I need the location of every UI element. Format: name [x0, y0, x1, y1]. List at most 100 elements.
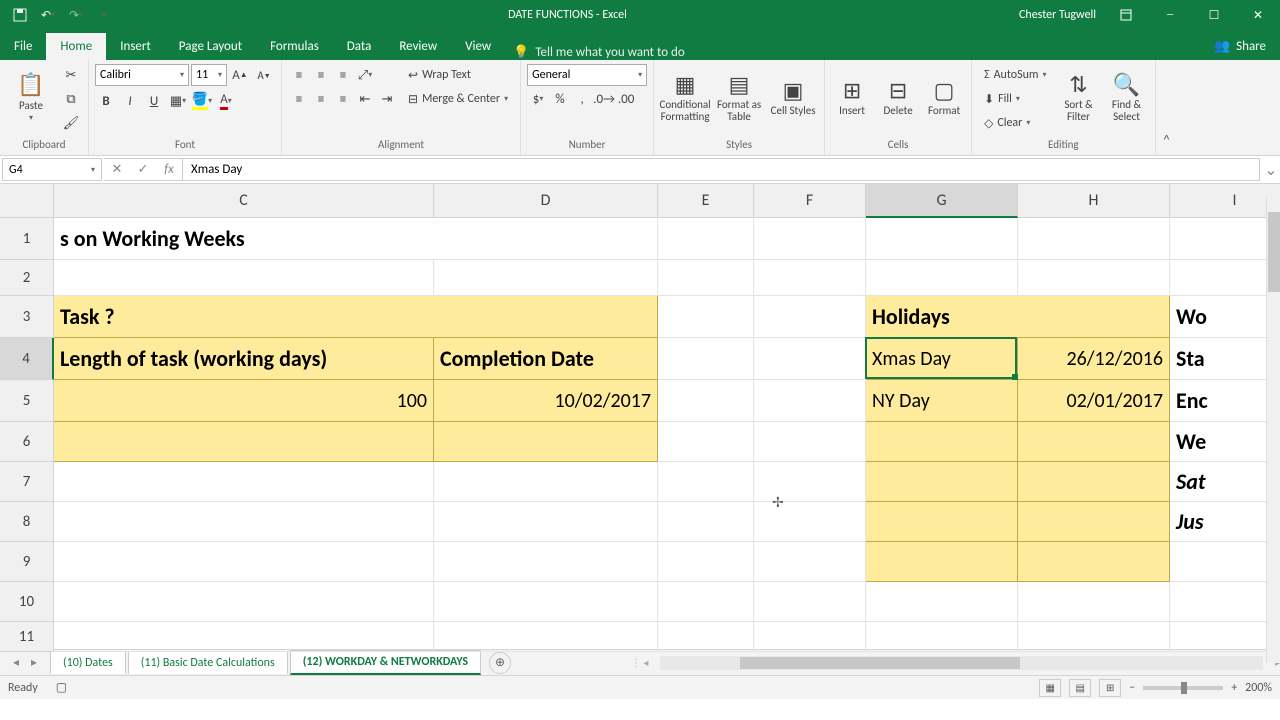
undo-button[interactable]: ↶ ▾	[36, 3, 60, 27]
hscroll-thumb[interactable]	[740, 657, 1020, 669]
wrap-text-button[interactable]: ↩Wrap Text	[402, 64, 514, 86]
cancel-formula-button[interactable]: ✕	[104, 162, 130, 177]
view-pagelayout-button[interactable]: ▤	[1069, 679, 1091, 697]
cell[interactable]	[754, 622, 866, 652]
cell[interactable]	[54, 422, 434, 462]
tab-review[interactable]: Review	[385, 33, 451, 60]
tell-me[interactable]: 💡 Tell me what you want to do	[513, 45, 685, 60]
clear-button[interactable]: ◇Clear▾	[978, 112, 1052, 134]
delete-cells-button[interactable]: ⊟Delete	[877, 64, 919, 132]
cell[interactable]	[866, 462, 1018, 502]
row-header-10[interactable]: 10	[0, 582, 54, 622]
find-select-button[interactable]: 🔍Find & Select	[1105, 64, 1149, 132]
fill-color-button[interactable]: 🪣▾	[191, 90, 213, 112]
cell[interactable]: Enc	[1170, 380, 1280, 422]
format-cells-button[interactable]: ▢Format	[923, 64, 965, 132]
view-normal-button[interactable]: ▦	[1039, 679, 1061, 697]
redo-button[interactable]: ↷ ▾	[64, 3, 88, 27]
tab-view[interactable]: View	[451, 33, 505, 60]
cell[interactable]	[658, 338, 754, 380]
cell[interactable]	[434, 462, 658, 502]
cell[interactable]	[754, 422, 866, 462]
save-icon[interactable]	[8, 3, 32, 27]
cell[interactable]: We	[1170, 422, 1280, 462]
cell[interactable]	[1018, 422, 1170, 462]
cell[interactable]	[1170, 218, 1280, 260]
cell[interactable]	[434, 422, 658, 462]
cell[interactable]	[1018, 218, 1170, 260]
col-header-F[interactable]: F	[754, 184, 866, 218]
cell[interactable]	[866, 260, 1018, 296]
formula-input[interactable]: Xmas Day	[183, 158, 1260, 181]
cell[interactable]	[54, 622, 434, 652]
cell[interactable]: Task ?	[54, 296, 658, 338]
autosum-button[interactable]: ΣAutoSum▾	[978, 64, 1052, 86]
cell[interactable]: Jus	[1170, 502, 1280, 542]
cell[interactable]	[658, 296, 754, 338]
align-middle-button[interactable]: ≡	[310, 64, 332, 86]
horizontal-scrollbar[interactable]	[660, 656, 1263, 670]
row-header-1[interactable]: 1	[0, 218, 54, 260]
cell[interactable]	[658, 422, 754, 462]
col-header-C[interactable]: C	[54, 184, 434, 218]
row-header-4[interactable]: 4	[0, 338, 54, 380]
tab-insert[interactable]: Insert	[106, 33, 165, 60]
increase-indent-button[interactable]: ⇥	[376, 88, 398, 110]
tab-formulas[interactable]: Formulas	[256, 33, 333, 60]
name-box[interactable]: G4▾	[2, 158, 102, 181]
cell[interactable]	[1170, 260, 1280, 296]
cell[interactable]	[1018, 622, 1170, 652]
zoom-level[interactable]: 200%	[1245, 681, 1272, 695]
cell[interactable]	[658, 462, 754, 502]
sheet-tab-1[interactable]: (10) Dates	[50, 651, 126, 674]
macro-record-icon[interactable]: ▢	[56, 680, 67, 695]
cell[interactable]: Holidays	[866, 296, 1170, 338]
align-left-button[interactable]: ≡	[288, 88, 310, 110]
align-bottom-button[interactable]: ≡	[332, 64, 354, 86]
row-header-3[interactable]: 3	[0, 296, 54, 338]
cell[interactable]	[1170, 622, 1280, 652]
bold-button[interactable]: B	[95, 90, 117, 112]
cell[interactable]	[54, 502, 434, 542]
align-center-button[interactable]: ≡	[310, 88, 332, 110]
sheet-tab-3[interactable]: (12) WORKDAY & NETWORKDAYS	[290, 650, 481, 675]
comma-button[interactable]: ,	[571, 88, 593, 110]
ribbon-display-options[interactable]	[1104, 0, 1148, 30]
cell-styles-button[interactable]: ▣Cell Styles	[768, 64, 818, 132]
cell[interactable]	[54, 582, 434, 622]
col-header-H[interactable]: H	[1018, 184, 1170, 218]
font-size-box[interactable]: 11▾	[191, 64, 227, 86]
tab-data[interactable]: Data	[333, 33, 386, 60]
conditional-formatting-button[interactable]: ▦Conditional Formatting	[660, 64, 710, 132]
cell[interactable]	[658, 622, 754, 652]
cell[interactable]	[434, 502, 658, 542]
cell[interactable]	[754, 582, 866, 622]
cell[interactable]	[1018, 502, 1170, 542]
scroll-thumb[interactable]	[1268, 212, 1280, 292]
cell[interactable]	[658, 582, 754, 622]
sort-filter-button[interactable]: ⇅Sort & Filter	[1057, 64, 1101, 132]
cell[interactable]	[754, 542, 866, 582]
cell[interactable]: Wo	[1170, 296, 1280, 338]
cell[interactable]	[434, 260, 658, 296]
cells-area[interactable]: s on Working WeeksTask ?HolidaysWoLength…	[54, 218, 1280, 652]
cell[interactable]: NY Day	[866, 380, 1018, 422]
number-format-box[interactable]: General▾	[527, 64, 647, 86]
cell[interactable]: Sat	[1170, 462, 1280, 502]
sheet-tab-2[interactable]: (11) Basic Date Calculations	[128, 651, 288, 674]
enter-formula-button[interactable]: ✓	[130, 162, 156, 177]
close-button[interactable]: ✕	[1236, 0, 1280, 30]
column-headers[interactable]: CDEFGHI	[54, 184, 1280, 218]
increase-font-button[interactable]: A▲	[229, 64, 251, 86]
cell[interactable]	[866, 622, 1018, 652]
select-all-button[interactable]	[0, 184, 54, 218]
cell[interactable]	[1018, 582, 1170, 622]
cell[interactable]	[754, 502, 866, 542]
cell[interactable]	[866, 542, 1018, 582]
collapse-ribbon-button[interactable]: ˄	[1156, 60, 1178, 155]
percent-button[interactable]: %	[549, 88, 571, 110]
font-name-box[interactable]: Calibri▾	[95, 64, 189, 86]
cell[interactable]: 100	[54, 380, 434, 422]
format-painter-button[interactable]: 🖌	[60, 112, 82, 134]
cell[interactable]: s on Working Weeks	[54, 218, 658, 260]
